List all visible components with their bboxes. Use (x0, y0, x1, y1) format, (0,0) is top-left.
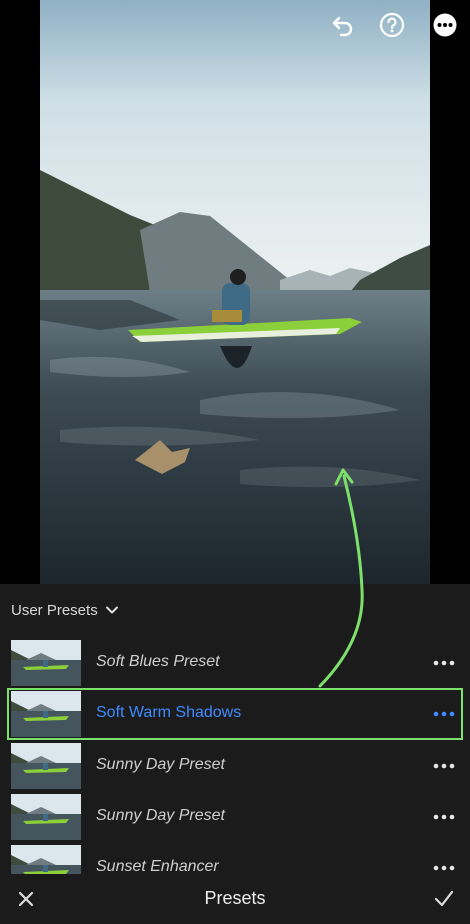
preset-row[interactable]: Soft Blues Preset (0, 638, 470, 689)
check-icon[interactable] (433, 889, 455, 909)
preset-more-icon[interactable] (432, 706, 456, 722)
user-presets-dropdown[interactable]: User Presets (11, 600, 118, 620)
preset-thumbnail (11, 743, 81, 789)
preset-row[interactable]: Sunny Day Preset (0, 741, 470, 792)
preset-row[interactable]: Sunset Enhancer (0, 843, 470, 874)
preset-row[interactable]: Soft Warm Shadows (0, 689, 470, 740)
chevron-down-icon (105, 606, 118, 614)
preset-more-icon[interactable] (432, 758, 456, 774)
preset-name: Soft Blues Preset (96, 653, 220, 670)
photo-preview (40, 0, 430, 584)
kayak-lake-photo (40, 0, 430, 584)
preset-more-icon[interactable] (432, 655, 456, 671)
preset-name: Sunset Enhancer (96, 858, 219, 874)
preset-more-icon[interactable] (432, 860, 456, 874)
help-icon[interactable] (379, 12, 405, 38)
preset-thumbnail (11, 640, 81, 686)
group-label: User Presets (11, 601, 98, 619)
preset-name: Soft Warm Shadows (96, 704, 242, 721)
bottom-bar: Presets (0, 874, 470, 924)
preset-thumbnail (11, 845, 81, 874)
preset-name: Sunny Day Preset (96, 756, 225, 773)
preset-thumbnail (11, 691, 81, 737)
panel-title: Presets (204, 888, 266, 908)
undo-icon[interactable] (330, 12, 356, 38)
top-toolbar (0, 0, 470, 50)
preset-name: Sunny Day Preset (96, 807, 225, 824)
presets-panel: User Presets Soft Blues Preset Soft Warm … (0, 584, 470, 874)
preset-thumbnail (11, 794, 81, 840)
more-icon[interactable] (432, 12, 458, 38)
preset-row[interactable]: Sunny Day Preset (0, 792, 470, 843)
preset-more-icon[interactable] (432, 809, 456, 825)
